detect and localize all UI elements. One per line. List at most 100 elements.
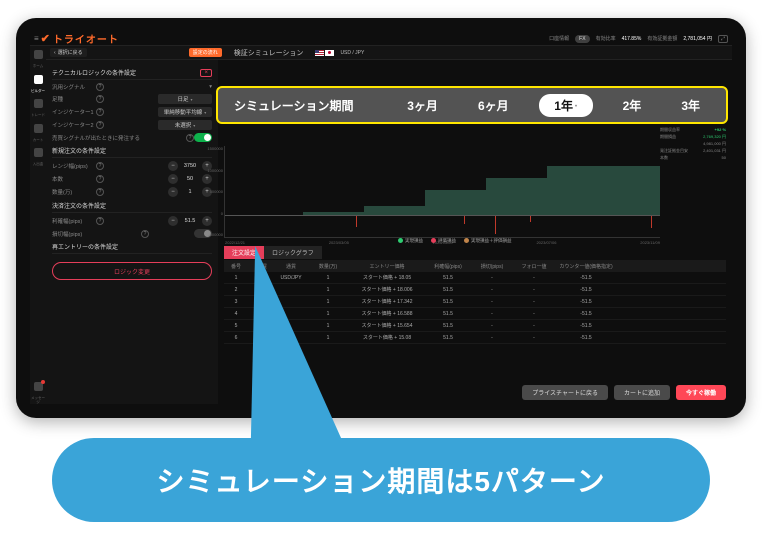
section-reentry: 再エントリーの条件設定 (52, 242, 212, 254)
expand-icon[interactable]: ⤢ (718, 35, 728, 43)
rail-trade-icon[interactable] (34, 99, 43, 108)
help-icon[interactable]: ? (96, 83, 104, 91)
top-right-stats: 口座情報 FX 有効比率 417.85% 有効証拠金額 2,781,054 円 … (549, 35, 728, 43)
help-icon[interactable]: ? (96, 108, 104, 116)
rail-messages-icon[interactable] (34, 382, 43, 391)
margin-label: 有効比率 (596, 35, 616, 42)
rail-cart-label: カート (33, 139, 44, 143)
logic-change-button[interactable]: ロジック変更 (52, 262, 212, 280)
main-area: シミュレーション期間 3ヶ月 6ヶ月 1年 2年 3年 期間収益率+92 % 期… (218, 60, 732, 404)
flag-us-icon (315, 50, 324, 56)
row-tp: 利確幅(pips)?−51.5+ (52, 216, 212, 226)
fx-chip[interactable]: FX (575, 35, 589, 43)
help-icon[interactable]: ? (96, 175, 104, 183)
minus-button[interactable]: − (168, 161, 178, 171)
app-screen: ≡ ✔ トライオート 口座情報 FX 有効比率 417.85% 有効証拠金額 2… (30, 32, 732, 404)
rail-deposit-label: 入出金 (33, 163, 44, 167)
period-3m[interactable]: 3ヶ月 (397, 94, 448, 117)
section-technical: テクニカルロジックの条件設定 × (52, 68, 212, 80)
table-row[interactable]: 4買1スタート価格 + 16.58851.5---51.5 (224, 308, 726, 320)
settings-sidebar: 初期設定に戻す テクニカルロジックの条件設定 × 汎用シグナル?▾ 足種?日足 … (46, 60, 218, 404)
signal-toggle[interactable] (194, 133, 212, 142)
select-ashi[interactable]: 日足 (158, 94, 212, 104)
table-row[interactable]: 2買1スタート価格 + 18.00651.5---51.5 (224, 284, 726, 296)
bottom-buttons: プライスチャートに戻る カートに追加 今すぐ稼働 (224, 385, 726, 400)
table-row[interactable]: 5買1スタート価格 + 15.65451.5---51.5 (224, 320, 726, 332)
period-options: 3ヶ月 6ヶ月 1年 2年 3年 (378, 94, 710, 117)
orders-table: 番号売買通貨数量(万)エントリー価格利確幅(pips)損切(pips)フォロー値… (224, 260, 726, 378)
help-icon[interactable]: ? (96, 121, 104, 129)
setup-flow-chip[interactable]: 設定の流れ (189, 48, 222, 57)
chevron-left-icon: ‹ (54, 50, 56, 56)
result-tabs: 注文設定 ロジックグラフ (224, 246, 322, 259)
left-rail: ホーム ビルダー トレード カート 入出金 メッセージ (30, 46, 46, 404)
hamburger-icon[interactable]: ≡ (34, 34, 39, 43)
pair-label: USD / JPY (340, 50, 364, 56)
top-bar: ≡ ✔ トライオート 口座情報 FX 有効比率 417.85% 有効証拠金額 2… (30, 32, 732, 46)
back-label: 選択に戻る (58, 49, 83, 56)
help-icon[interactable]: ? (96, 217, 104, 225)
add-to-cart-button[interactable]: カートに追加 (614, 385, 670, 400)
table-header: 番号売買通貨数量(万)エントリー価格利確幅(pips)損切(pips)フォロー値… (224, 260, 726, 272)
help-icon[interactable]: ? (96, 188, 104, 196)
table-row[interactable]: 1買USD/JPY1スタート価格 + 18.0551.5---51.5 (224, 272, 726, 284)
tab-orders[interactable]: 注文設定 (224, 246, 264, 259)
right-stats: 期間収益率+92 % 期間損益2,769,320 円 4,981,000 円 発… (658, 124, 728, 164)
rail-cart-icon[interactable] (34, 124, 43, 133)
period-3y[interactable]: 3年 (671, 94, 710, 117)
period-selector: シミュレーション期間 3ヶ月 6ヶ月 1年 2年 3年 (216, 86, 728, 124)
section-new-order: 新規注文の条件設定 (52, 146, 212, 158)
select-ind2[interactable]: 未選択 (158, 120, 212, 130)
balance-label: 有効証拠金額 (647, 35, 677, 42)
sim-title: 検証シミュレーション (234, 48, 304, 58)
period-1y[interactable]: 1年 (539, 94, 593, 117)
run-now-button[interactable]: 今すぐ稼働 (676, 385, 726, 400)
rail-builder-label: ビルダー (31, 90, 45, 94)
callout-bubble: シミュレーション期間は5パターン (52, 438, 710, 522)
brand-mark-icon: ✔ (41, 32, 51, 45)
rail-home-label: ホーム (33, 65, 43, 69)
pnl-chart: 1500000 1000000 500000 0 -500000 2022/12… (224, 146, 660, 238)
callout-text: シミュレーション期間は5パターン (156, 460, 605, 500)
row-ashi: 足種?日足 (52, 94, 212, 104)
help-icon[interactable]: ? (186, 134, 194, 142)
row-ind1: インジケーター1?単純移動平均線 (52, 107, 212, 117)
rail-home-icon[interactable] (34, 50, 43, 59)
section-close-order: 決済注文の条件設定 (52, 201, 212, 213)
minus-button[interactable]: − (168, 174, 178, 184)
row-signal: 汎用シグナル?▾ (52, 83, 212, 91)
margin-value: 417.85% (622, 36, 642, 42)
row-range: レンジ幅(pips)?−3750+ (52, 161, 212, 171)
chevron-down-icon[interactable]: ▾ (209, 84, 212, 90)
row-qty: 数量(万)?−1+ (52, 187, 212, 197)
clear-x[interactable]: × (200, 69, 212, 77)
select-ind1[interactable]: 単純移動平均線 (158, 107, 212, 117)
minus-button[interactable]: − (168, 187, 178, 197)
minus-button[interactable]: − (168, 216, 178, 226)
chart-y-axis: 1500000 1000000 500000 0 -500000 (197, 146, 223, 237)
head-strip: ‹選択に戻る 設定の流れ 検証シミュレーション USD / JPY (46, 46, 732, 60)
rail-trade-label: トレード (31, 114, 45, 118)
device-frame: ≡ ✔ トライオート 口座情報 FX 有効比率 417.85% 有効証拠金額 2… (16, 18, 746, 418)
period-6m[interactable]: 6ヶ月 (468, 94, 519, 117)
flag-jp-icon (325, 50, 334, 56)
brand-text: トライオート (53, 32, 119, 46)
table-row[interactable]: 6買1スタート価格 + 15.0851.5---51.5 (224, 332, 726, 344)
help-icon[interactable]: ? (141, 230, 149, 238)
rail-builder-icon[interactable] (34, 75, 43, 84)
row-count: 本数?−50+ (52, 174, 212, 184)
period-2y[interactable]: 2年 (613, 94, 652, 117)
period-label: シミュレーション期間 (234, 97, 354, 114)
table-row[interactable]: 3買1スタート価格 + 17.34251.5---51.5 (224, 296, 726, 308)
rail-deposit-icon[interactable] (34, 148, 43, 157)
rail-messages-label: メッセージ (30, 397, 46, 404)
account-label: 口座情報 (549, 35, 569, 42)
back-to-price-chart-button[interactable]: プライスチャートに戻る (522, 385, 608, 400)
help-icon[interactable]: ? (96, 95, 104, 103)
help-icon[interactable]: ? (96, 162, 104, 170)
row-sl: 損切幅(pips)? (52, 229, 212, 238)
back-button[interactable]: ‹選択に戻る (50, 48, 87, 57)
chart-legend: 実現損益 評価損益 実現損益＋評価損益 (398, 238, 512, 244)
tab-logic-graph[interactable]: ロジックグラフ (264, 246, 322, 259)
balance-value: 2,781,054 円 (683, 35, 712, 42)
